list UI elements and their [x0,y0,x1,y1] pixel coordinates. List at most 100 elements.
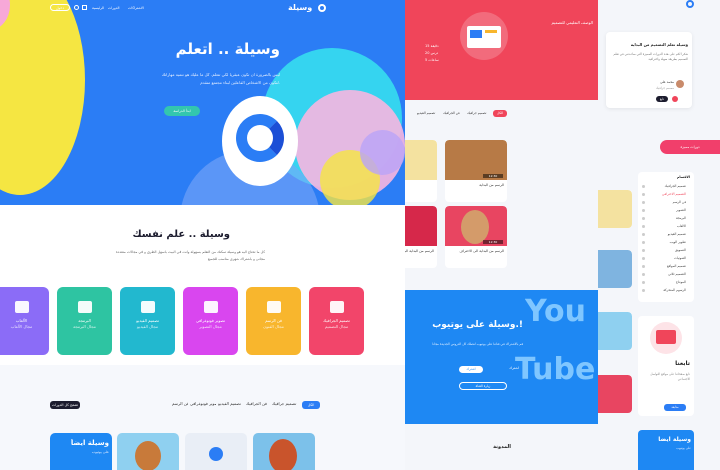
video-thumb [598,250,632,288]
photo-icon [203,301,218,313]
course-meta-2: 20 درس [425,51,439,55]
course-card-1[interactable] [117,433,179,470]
features-title: وسيلة .. علم نفسك [132,229,230,240]
follow-card: تابعنا تابع صفحاتنا على مواقع التواصل ال… [638,316,694,416]
category-sub: مجال التصوير [199,324,222,329]
cart-icon[interactable] [82,5,87,10]
nav-item-home[interactable]: الاشتراكات [128,6,148,10]
sidebar-item[interactable]: تطوير الويب [646,240,686,244]
search-icon[interactable] [74,5,79,10]
blog-title: المدونة [493,444,511,450]
sidebar-item[interactable]: تصميم المواقع [646,264,686,268]
sidebar-item[interactable]: التصوير [646,208,686,212]
author-role: مصمم جرافيك [655,86,674,90]
sidebar-item[interactable]: المونتاج [646,280,686,284]
right-thumb-4[interactable] [598,375,632,413]
main-page: وسيلة الاشتراكات الدورات الرئيسية دخول و… [0,0,405,470]
course-card-1-image [135,441,161,470]
sidebar-menu: الاقسام تصميم الجرافيك التصميم الاحترافي ف… [638,172,694,302]
video-card-0[interactable] [405,140,437,202]
login-button[interactable]: دخول [50,4,70,11]
nav-item-courses[interactable]: الدورات [108,6,126,10]
sidebar-item[interactable]: البرمجة [646,216,686,220]
video-duration: 12:30 [483,240,503,244]
course-card-3[interactable] [253,433,315,470]
category-sub: مجال الألعاب [10,324,33,329]
featured-pill[interactable]: دورات مميزة [660,140,720,154]
right-thumb-1[interactable] [598,190,632,228]
bullet-icon [642,273,645,276]
bullet-icon [642,265,645,268]
bullet-icon [642,241,645,244]
hero-purple-circle [360,130,405,175]
nav-logo[interactable]: وسيلة [288,3,318,15]
yt-subscribe-button[interactable]: اشترك [459,366,483,373]
category-card[interactable]: تصميم الجرافيك مجال التصميم [309,287,364,355]
video-duration: 12:30 [483,174,503,178]
mid-tab-all[interactable]: الكل [493,110,507,117]
hero-yellow-blob [0,0,85,195]
right-thumb-3[interactable] [598,312,632,350]
video-card-2[interactable]: الرسم من البداية الى الاحتراف [405,206,437,268]
like-icon[interactable] [672,96,678,102]
category-card[interactable]: تصميم الفيديو مجال الفيديو [120,287,175,355]
bullet-icon [642,185,645,188]
course-page: الوصف التعليمي للتصميم 15 دقيقة 20 درس 5… [405,0,598,470]
tab-video[interactable]: تصميم الفيديو [218,401,244,406]
yt-subscribe[interactable]: اشترك [489,366,519,370]
sidebar-item[interactable]: تصميم الفيديو [646,232,686,236]
yt-title: وسيلة على يوتيوب.! [432,320,523,330]
nav-logo-icon [318,4,326,12]
category-card[interactable]: تصوير فوتوغرافي مجال التصوير [183,287,238,355]
hero-subtitle-1: ليس بالضرورة ان تكون عبقريا لكي تتعلم. ك… [161,72,280,77]
category-card[interactable]: الألعاب مجال الألعاب [0,287,49,355]
video-card-3[interactable]: الرسم من البداية الى الاحتراف [445,206,507,268]
play-icon[interactable] [209,447,223,461]
follow-button[interactable]: متابعة [664,404,686,411]
mid-tab-graphic[interactable]: تصميم جرافيك [467,111,491,115]
bullet-icon [642,225,645,228]
sidebar-item[interactable]: التصميم ثلاثي [646,272,686,276]
tab-drawing[interactable]: فن الرسم [172,401,188,406]
course-card-2[interactable] [185,433,247,470]
follow-text: تابع صفحاتنا على مواقع التواصل الاجتماعي [650,372,690,381]
sidebar-item[interactable]: تصميم الجرافيك [646,184,686,188]
tab-graphic[interactable]: تصميم جرافيك [272,401,300,406]
promo-card[interactable]: وسيلة ايضاً على يوتيوب [50,433,112,470]
sidebar-page: وسيلة تعلم التصميم من البداية شكرا لكم ع… [598,0,720,470]
sidebar-item[interactable]: التصميم الاحترافي [646,192,686,196]
right-thumb-2[interactable] [598,250,632,288]
mid-tab-video[interactable]: تصميم الفيديو [417,111,441,115]
follow-author-button[interactable]: تابع [656,96,668,102]
sidebar-item[interactable]: الرسوم المتحركة [646,288,686,292]
tab-photo[interactable]: تصوير فوتوغرافي [190,401,216,406]
hero-cta-button[interactable]: ابدأ الدراسة [164,106,200,116]
mid-tab-art[interactable]: فن الجرافيك [443,111,465,115]
sidebar-item[interactable]: الالعاب [646,224,686,228]
yt-visit-button[interactable]: زيارة القناة [459,382,507,390]
video-thumb [598,190,632,228]
category-sub: مجال الفيديو [137,324,158,329]
video-card-1[interactable]: الرسم من البداية [445,140,507,202]
bullet-icon [642,289,645,292]
tab-graphic-art[interactable]: فن الجرافيك [246,401,270,406]
bullet-icon [642,257,645,260]
compass-icon [266,301,281,313]
testimonial-title: وسيلة تعلم التصميم من البداية [630,42,688,47]
sidebar-item[interactable]: الصوتيات [646,256,686,260]
all-courses-button[interactable]: تصفح كل الدورات [50,401,80,409]
course-header-title: الوصف التعليمي للتصميم [551,20,593,25]
right-promo-card[interactable]: وسيلة ايضاً على يوتيوب [638,430,694,470]
hero-section: وسيلة الاشتراكات الدورات الرئيسية دخول و… [0,0,405,205]
category-card[interactable]: البرمجة مجال البرمجة [57,287,112,355]
testimonial-text: شكرا لكم على هذه الدورات المميزة التي سا… [613,52,688,61]
nav-item-subs[interactable]: الرئيسية [92,6,108,10]
hero-subtitle-2: لتكون من الاشخاص الفاعلين لبناء مجتمع مت… [200,80,280,85]
tab-all[interactable]: الكل [302,401,320,409]
youtube-section: You Tube وسيلة على يوتيوب.! قم بالاشتراك… [405,290,598,424]
sidebar-item[interactable]: التسويق [646,248,686,252]
video-thumb [598,375,632,413]
sidebar-item[interactable]: فن الرسم [646,200,686,204]
features-text-1: كل ما تحتاج اليه هو وسيلة تمكنك من التعل… [115,250,265,254]
category-card[interactable]: فن الرسم مجال الفنون [246,287,301,355]
